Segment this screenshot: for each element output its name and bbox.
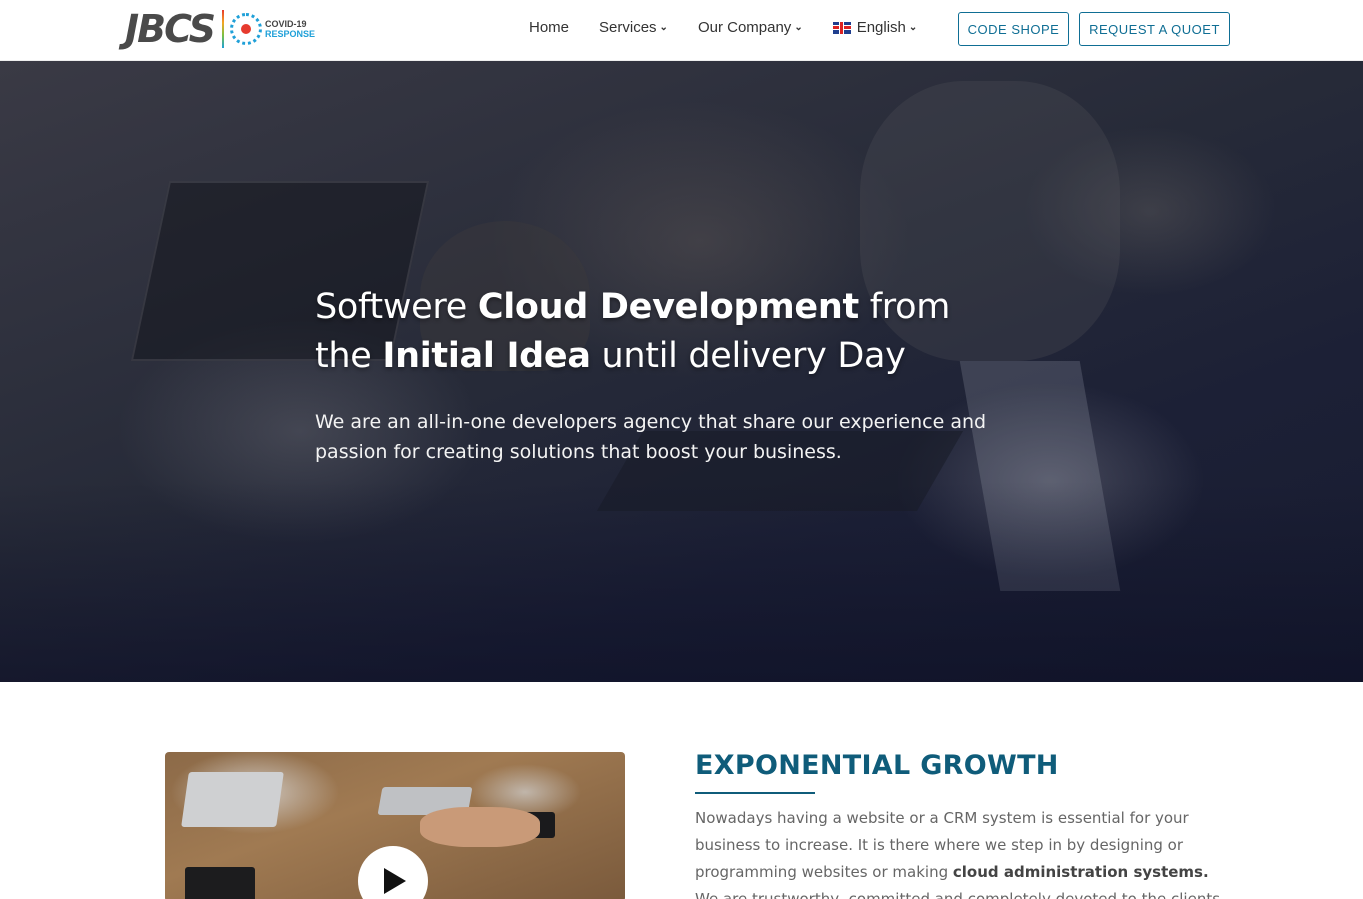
main-nav: Home Services ⌄ Our Company ⌄ English ⌄: [529, 0, 947, 55]
chevron-down-icon: ⌄: [659, 22, 668, 33]
hero-bg-overlay: [0, 481, 1363, 682]
hero-title: Softwere Cloud Development from the Init…: [315, 283, 1035, 381]
nav-our-company-label: Our Company: [697, 19, 792, 36]
site-header: JBCS COVID-19 RESPONSE Home Services ⌄ O…: [0, 0, 1363, 61]
video-thumbnail[interactable]: [165, 752, 625, 899]
play-button[interactable]: [358, 846, 428, 899]
section-title: EXPONENTIAL GROWTH: [695, 750, 1059, 781]
hero-title-part: from: [858, 287, 951, 327]
nav-services-label: Services: [599, 19, 657, 36]
nav-home[interactable]: Home: [529, 19, 569, 36]
chevron-down-icon: ⌄: [794, 22, 803, 33]
code-shop-button[interactable]: CODE SHOPE: [958, 12, 1069, 46]
hero-title-part: the: [315, 336, 383, 376]
thumbnail-tablet: [185, 867, 255, 899]
logo-divider: [222, 10, 225, 48]
title-underline: [695, 792, 815, 794]
nav-language-label: English: [856, 19, 906, 36]
covid-badge: COVID-19 RESPONSE: [230, 13, 315, 45]
chevron-down-icon: ⌄: [908, 22, 918, 33]
request-quote-button[interactable]: REQUEST A QUOET: [1079, 12, 1230, 46]
section-body: Nowadays having a website or a CRM syste…: [695, 805, 1235, 899]
covid-badge-text: COVID-19 RESPONSE: [265, 19, 315, 39]
hero-title-part: until delivery Day: [590, 336, 906, 376]
nav-our-company[interactable]: Our Company ⌄: [698, 19, 803, 36]
hero-title-part: Softwere: [315, 287, 478, 327]
section-body-emphasis: cloud administration systems.: [952, 863, 1209, 881]
hero-subtitle: We are an all-in-one developers agency t…: [315, 411, 987, 463]
uk-flag-icon: [832, 21, 851, 34]
covid-badge-line2: RESPONSE: [265, 29, 316, 39]
logo-wordmark: JBCS: [125, 7, 216, 51]
site-logo[interactable]: JBCS COVID-19 RESPONSE: [125, 9, 315, 49]
thumbnail-hands: [420, 807, 540, 847]
hero-banner: Softwere Cloud Development from the Init…: [0, 61, 1363, 682]
hero-title-emphasis: Cloud Development: [477, 287, 859, 327]
nav-language[interactable]: English ⌄: [832, 19, 918, 36]
nav-home-label: Home: [529, 19, 570, 36]
thumbnail-laptop: [181, 772, 284, 827]
nav-services[interactable]: Services ⌄: [599, 19, 668, 36]
globe-icon: [230, 13, 263, 45]
covid-badge-line1: COVID-19: [265, 19, 307, 29]
hero-content: Softwere Cloud Development from the Init…: [315, 283, 1035, 467]
play-icon: [384, 868, 406, 894]
hero-title-emphasis: Initial Idea: [382, 336, 591, 376]
section-body-text: We are trustworthy, committed and comple…: [695, 890, 1221, 899]
